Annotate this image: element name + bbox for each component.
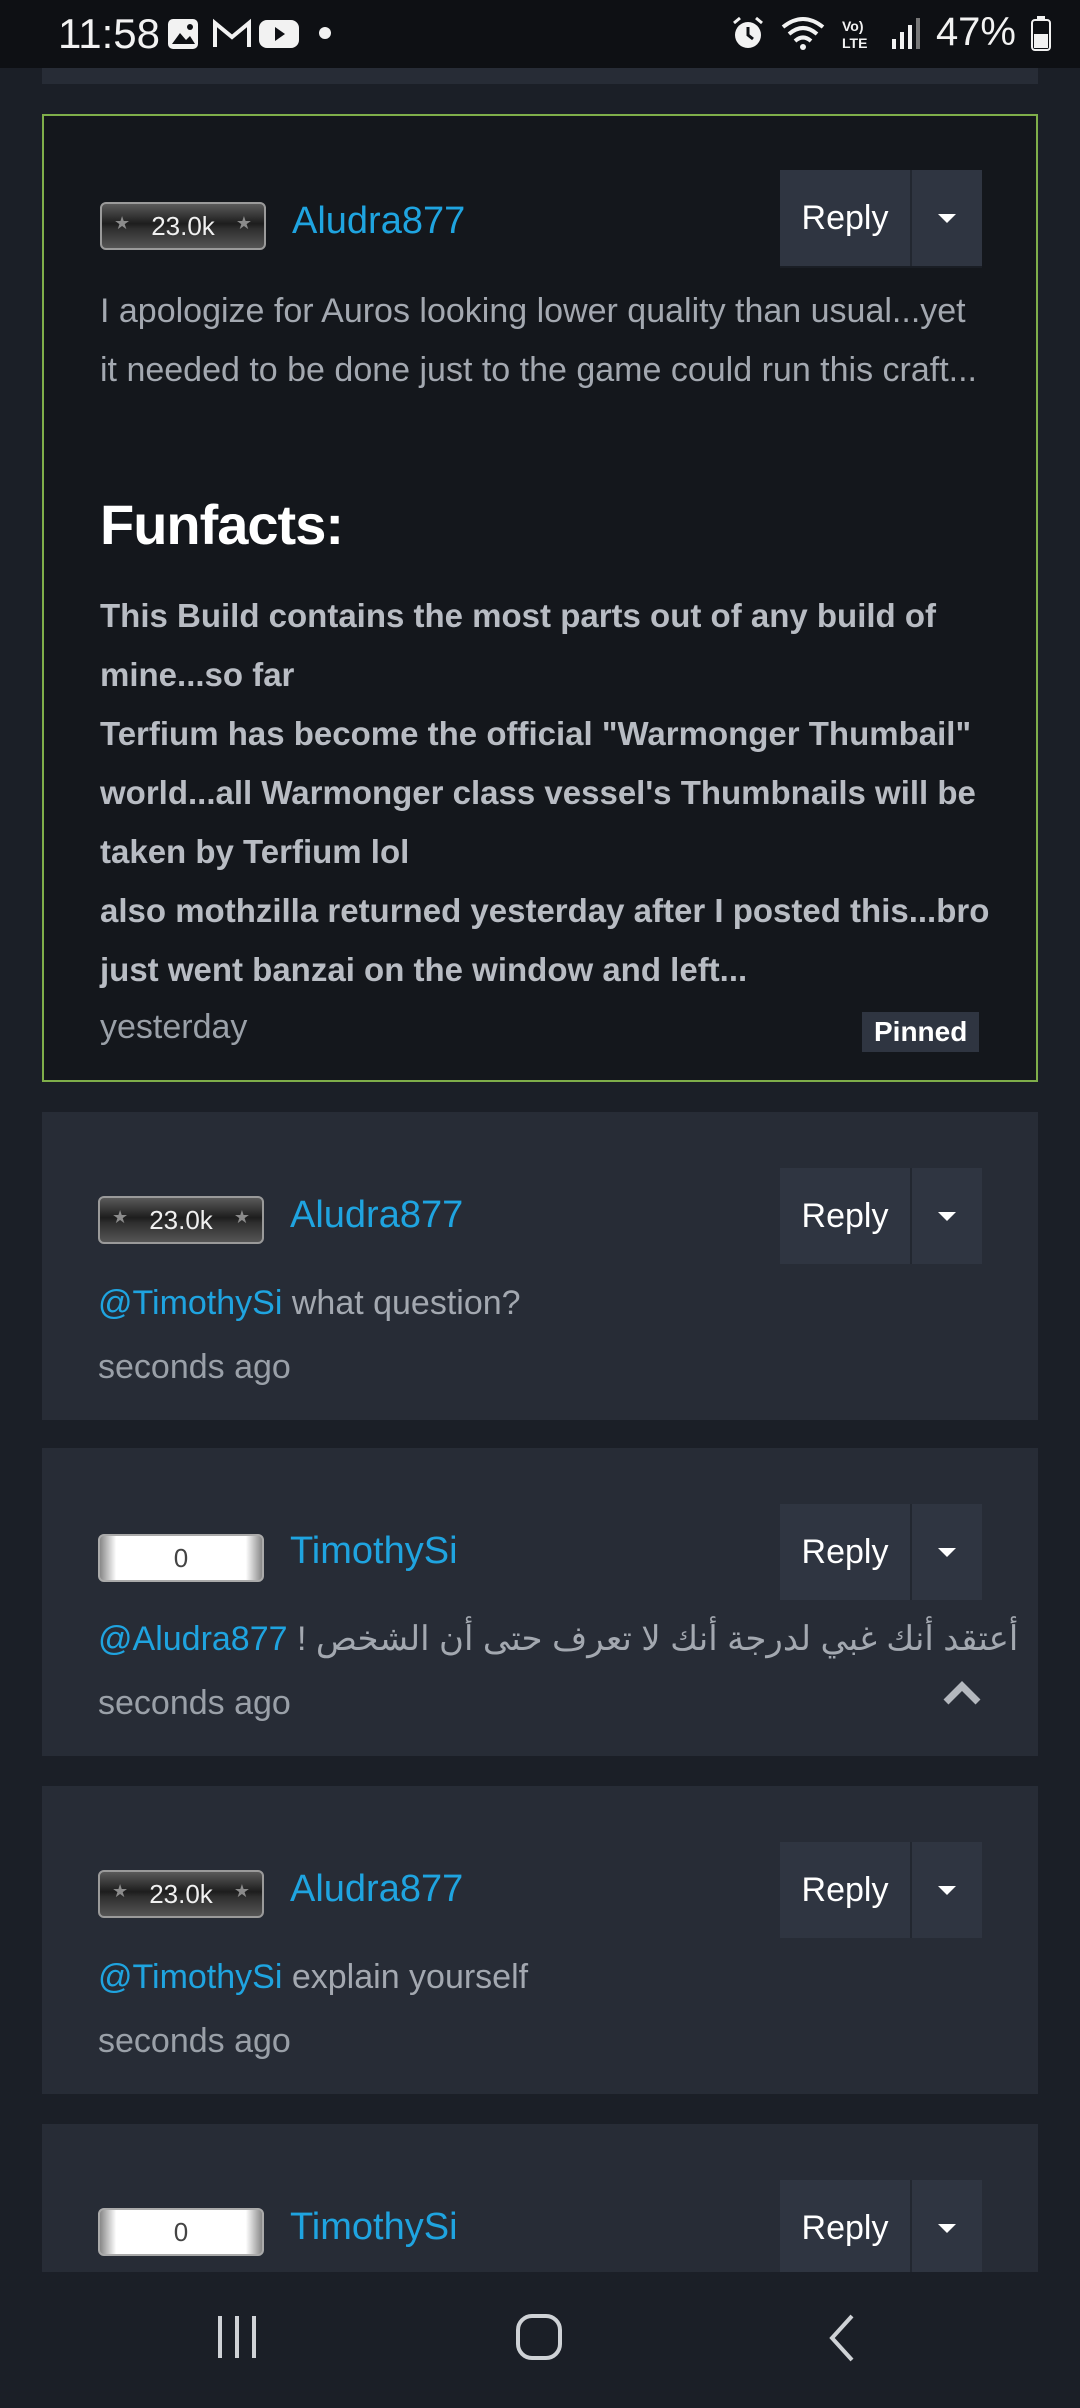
star-icon: ★ xyxy=(112,1881,129,1901)
reply-button[interactable]: Reply xyxy=(780,1168,910,1264)
wifi-icon xyxy=(781,16,825,50)
reply-button-group: Reply xyxy=(780,1504,982,1600)
star-icon: ★ xyxy=(112,1207,129,1227)
comment-username[interactable]: TimothySi xyxy=(290,1530,458,1573)
user-rank-badge: 0 xyxy=(98,1534,264,1582)
reply-options-dropdown[interactable] xyxy=(912,2180,982,2272)
reply-button[interactable]: Reply xyxy=(780,170,910,266)
comment-text: @TimothySi explain yourself xyxy=(98,1948,528,2007)
comment-card: ★ 23.0k ★ Aludra877 Reply @TimothySi exp… xyxy=(42,1786,1038,2094)
comment-text-content: أعتقد أنك غبي لدرجة أنك لا تعرف حتى أن ا… xyxy=(296,1620,1019,1658)
comment-text: I apologize for Auros looking lower qual… xyxy=(100,292,977,389)
user-rank-badge: ★ 23.0k ★ xyxy=(98,1196,264,1244)
comment-text-content: what question? xyxy=(282,1284,521,1322)
svg-text:LTE: LTE xyxy=(842,35,867,51)
comment-text: @TimothySi what question? xyxy=(98,1274,521,1333)
caret-down-icon xyxy=(938,1885,956,1895)
comment-timestamp: seconds ago xyxy=(98,2022,291,2060)
back-icon[interactable] xyxy=(822,2312,862,2364)
volte-icon: Vo)LTE xyxy=(842,18,867,51)
reply-button-group: Reply xyxy=(780,170,982,266)
status-bar: 11:58 Vo) LTE 47% xyxy=(0,0,1080,68)
reply-options-dropdown[interactable] xyxy=(912,1504,982,1600)
reply-button-group: Reply xyxy=(780,1168,982,1264)
status-time: 11:58 xyxy=(58,10,160,57)
comments-list: ★ 23.0k ★ Aludra877 Reply I apologize fo… xyxy=(0,68,1080,2272)
user-rank-badge: 0 xyxy=(98,2208,264,2256)
gmail-icon xyxy=(213,18,251,47)
mention-link[interactable]: @TimothySi xyxy=(98,1284,282,1322)
dot-icon xyxy=(319,27,331,39)
comment-timestamp: seconds ago xyxy=(98,1684,291,1722)
comment-username[interactable]: Aludra877 xyxy=(292,200,465,243)
reply-button[interactable]: Reply xyxy=(780,1842,910,1938)
comment-username[interactable]: TimothySi xyxy=(290,2206,458,2249)
reply-options-dropdown[interactable] xyxy=(912,1168,982,1264)
comment-timestamp: seconds ago xyxy=(98,1348,291,1386)
reply-button[interactable]: Reply xyxy=(780,1504,910,1600)
svg-text:Vo): Vo) xyxy=(842,18,864,34)
youtube-icon xyxy=(259,20,299,48)
badge-score: 23.0k xyxy=(151,210,215,241)
reply-options-dropdown[interactable] xyxy=(912,1842,982,1938)
battery-icon xyxy=(1031,15,1051,51)
badge-score: 23.0k xyxy=(149,1204,213,1235)
status-right: Vo) LTE 47% xyxy=(730,10,1052,55)
reply-options-dropdown[interactable] xyxy=(912,170,982,266)
comment-card: 0 TimothySi Reply @Aludra877 أعتقد أنك غ… xyxy=(42,1448,1038,1756)
mention-link[interactable]: @TimothySi xyxy=(98,1958,282,1996)
mention-link[interactable]: @Aludra877 xyxy=(98,1620,288,1658)
user-rank-badge: ★ 23.0k ★ xyxy=(98,1870,264,1918)
comment-heading: Funfacts: xyxy=(100,493,344,556)
pinned-comment: ★ 23.0k ★ Aludra877 Reply I apologize fo… xyxy=(42,114,1038,1082)
user-rank-badge: ★ 23.0k ★ xyxy=(100,202,266,250)
collapse-chevron-up-icon[interactable] xyxy=(942,1678,982,1706)
comment-username[interactable]: Aludra877 xyxy=(290,1868,463,1911)
comment-username[interactable]: Aludra877 xyxy=(290,1194,463,1237)
previous-comment-card xyxy=(42,68,1038,84)
caret-down-icon xyxy=(938,213,956,223)
comment-timestamp: yesterday xyxy=(100,1008,248,1046)
comment-text-content: explain yourself xyxy=(282,1958,529,1996)
badge-score: 0 xyxy=(173,1542,189,1573)
reply-button[interactable]: Reply xyxy=(780,2180,910,2272)
home-icon[interactable] xyxy=(514,2312,566,2364)
star-icon: ★ xyxy=(233,1881,250,1901)
star-icon: ★ xyxy=(233,1207,250,1227)
gallery-icon xyxy=(168,19,198,49)
reply-button-group: Reply xyxy=(780,1842,982,1938)
badge-score: 0 xyxy=(173,2216,189,2247)
pinned-badge: Pinned xyxy=(862,1012,980,1052)
comment-bold-text: This Build contains the most parts out o… xyxy=(100,597,990,988)
battery-percent: 47% xyxy=(935,10,1016,54)
caret-down-icon xyxy=(938,2223,956,2233)
reply-button-group: Reply xyxy=(780,2180,982,2272)
signal-icon xyxy=(891,17,920,49)
badge-score: 23.0k xyxy=(149,1878,213,1909)
system-nav-bar xyxy=(0,2272,1080,2408)
star-icon: ★ xyxy=(114,213,131,233)
comment-card: ★ 23.0k ★ Aludra877 Reply @TimothySi wha… xyxy=(42,1112,1038,1420)
recent-apps-icon[interactable] xyxy=(212,2312,262,2362)
star-icon: ★ xyxy=(235,213,252,233)
alarm-icon xyxy=(732,16,763,48)
comment-card: 0 TimothySi Reply xyxy=(42,2124,1038,2272)
caret-down-icon xyxy=(938,1211,956,1221)
comment-text: @Aludra877 أعتقد أنك غبي لدرجة أنك لا تع… xyxy=(98,1610,1018,1669)
caret-down-icon xyxy=(938,1547,956,1557)
